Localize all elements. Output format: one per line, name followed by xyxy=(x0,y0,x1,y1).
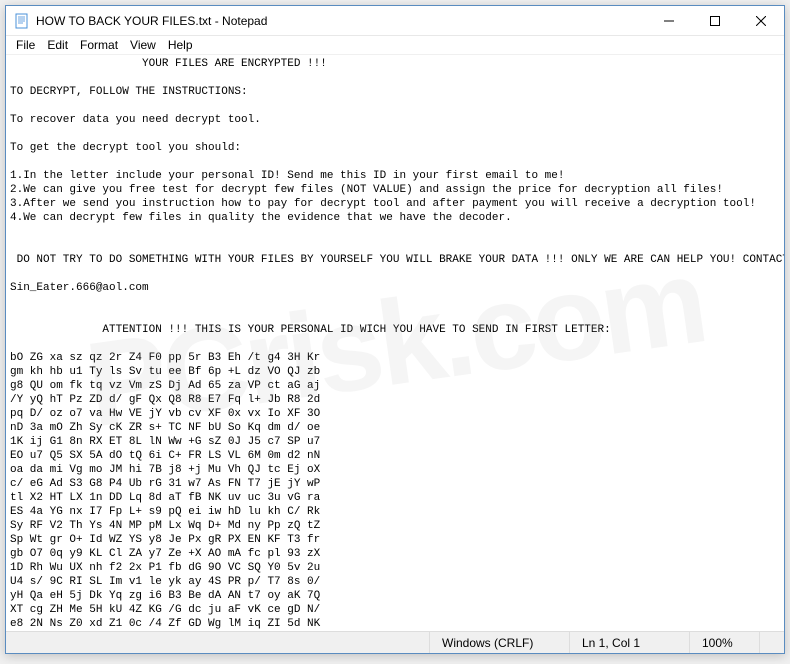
menu-help[interactable]: Help xyxy=(162,38,199,52)
status-encoding: Windows (CRLF) xyxy=(429,632,569,653)
minimize-button[interactable] xyxy=(646,6,692,35)
watermark-text: PCrisk.com xyxy=(87,293,703,393)
notepad-icon xyxy=(14,13,30,29)
status-position: Ln 1, Col 1 xyxy=(569,632,689,653)
menu-view[interactable]: View xyxy=(124,38,162,52)
status-grip xyxy=(759,632,784,653)
menu-edit[interactable]: Edit xyxy=(41,38,74,52)
close-button[interactable] xyxy=(738,6,784,35)
statusbar: Windows (CRLF) Ln 1, Col 1 100% xyxy=(6,631,784,653)
menu-format[interactable]: Format xyxy=(74,38,124,52)
text-editor-area[interactable]: PCrisk.com YOUR FILES ARE ENCRYPTED !!! … xyxy=(6,55,784,631)
window-title: HOW TO BACK YOUR FILES.txt - Notepad xyxy=(36,14,646,28)
titlebar[interactable]: HOW TO BACK YOUR FILES.txt - Notepad xyxy=(6,6,784,36)
maximize-button[interactable] xyxy=(692,6,738,35)
window-controls xyxy=(646,6,784,35)
status-zoom: 100% xyxy=(689,632,759,653)
notepad-window: HOW TO BACK YOUR FILES.txt - Notepad Fil… xyxy=(5,5,785,654)
menu-file[interactable]: File xyxy=(10,38,41,52)
menubar: File Edit Format View Help xyxy=(6,36,784,55)
